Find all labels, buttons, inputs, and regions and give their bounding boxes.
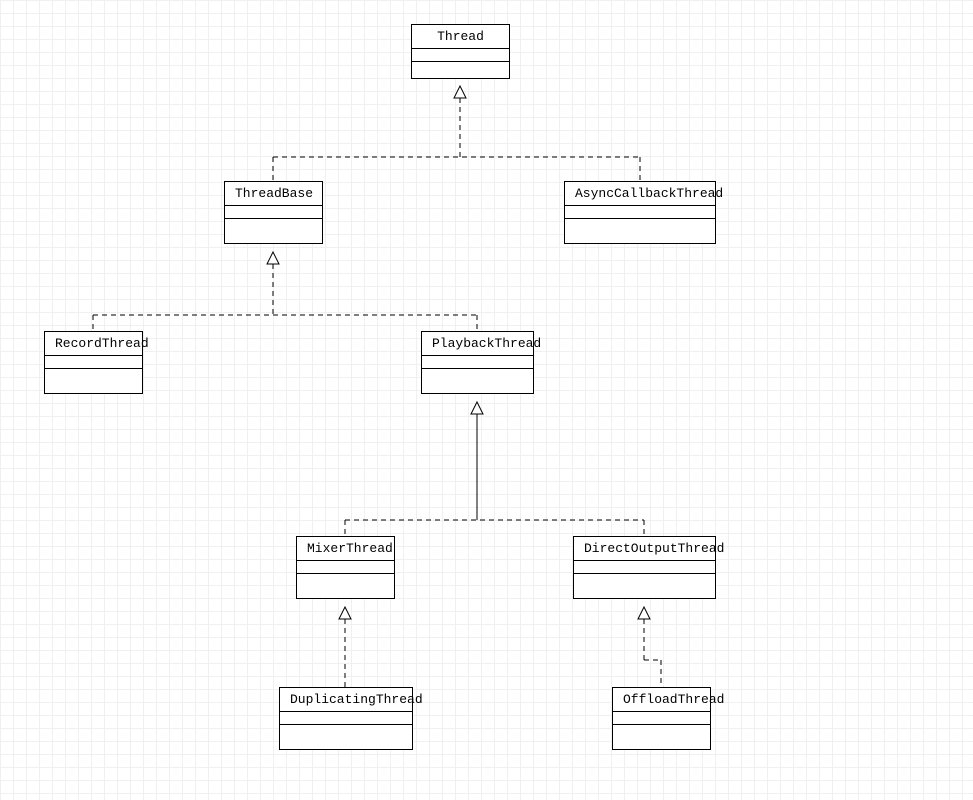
connectors: [0, 0, 973, 800]
class-attributes: [412, 49, 509, 62]
class-threadbase[interactable]: ThreadBase: [224, 181, 323, 244]
class-mixerthread[interactable]: MixerThread: [296, 536, 395, 599]
class-operations: [613, 725, 710, 749]
class-recordthread[interactable]: RecordThread: [44, 331, 143, 394]
class-operations: [422, 369, 533, 393]
arrowhead-icon: [471, 402, 483, 414]
class-asynccallbackthread[interactable]: AsyncCallbackThread: [564, 181, 716, 244]
arrowhead-icon: [454, 86, 466, 98]
class-name-label: ThreadBase: [225, 182, 322, 206]
class-operations: [225, 219, 322, 243]
class-name-label: AsyncCallbackThread: [565, 182, 715, 206]
class-name-label: PlaybackThread: [422, 332, 533, 356]
class-attributes: [280, 712, 412, 725]
class-name-label: RecordThread: [45, 332, 142, 356]
class-attributes: [574, 561, 715, 574]
class-operations: [574, 574, 715, 598]
class-name-label: Thread: [412, 25, 509, 49]
class-thread[interactable]: Thread: [411, 24, 510, 79]
diagram-canvas: Thread ThreadBase AsyncCallbackThread Re…: [0, 0, 973, 800]
class-attributes: [225, 206, 322, 219]
class-name-label: MixerThread: [297, 537, 394, 561]
class-operations: [45, 369, 142, 393]
arrowhead-icon: [267, 252, 279, 264]
class-directoutputthread[interactable]: DirectOutputThread: [573, 536, 716, 599]
class-attributes: [565, 206, 715, 219]
class-operations: [280, 725, 412, 749]
class-name-label: DirectOutputThread: [574, 537, 715, 561]
class-attributes: [422, 356, 533, 369]
class-duplicatingthread[interactable]: DuplicatingThread: [279, 687, 413, 750]
arrowhead-icon: [638, 607, 650, 619]
class-name-label: OffloadThread: [613, 688, 710, 712]
class-attributes: [297, 561, 394, 574]
class-attributes: [45, 356, 142, 369]
class-attributes: [613, 712, 710, 725]
class-operations: [297, 574, 394, 598]
class-operations: [565, 219, 715, 243]
class-offloadthread[interactable]: OffloadThread: [612, 687, 711, 750]
arrowhead-icon: [339, 607, 351, 619]
class-operations: [412, 62, 509, 78]
class-name-label: DuplicatingThread: [280, 688, 412, 712]
class-playbackthread[interactable]: PlaybackThread: [421, 331, 534, 394]
